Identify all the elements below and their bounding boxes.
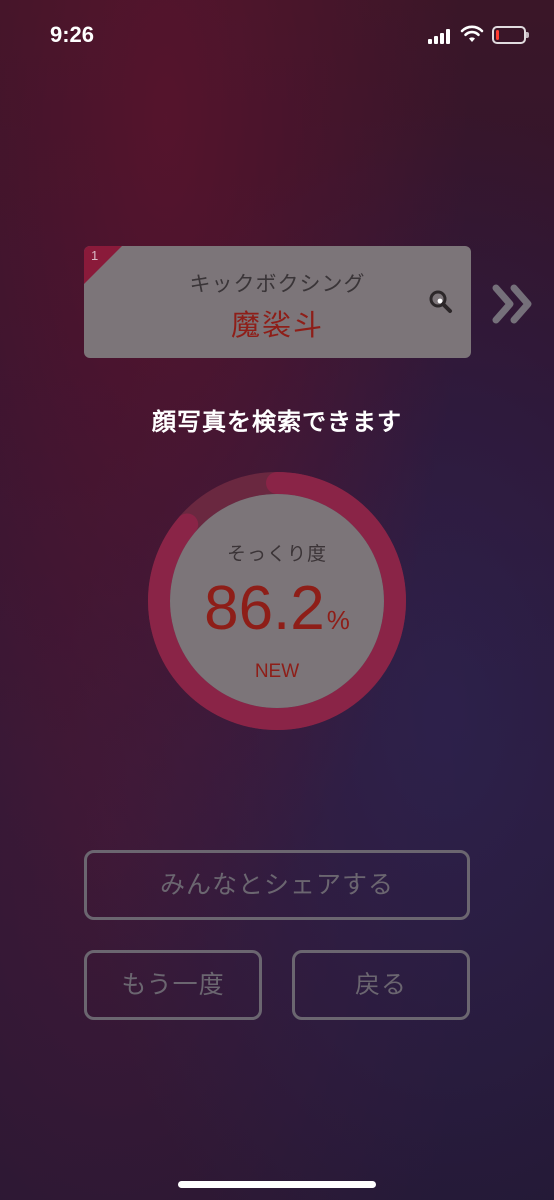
- search-icon[interactable]: [428, 289, 454, 315]
- result-name: 魔裟斗: [230, 308, 324, 342]
- similarity-value: 86.2%: [147, 573, 407, 644]
- retry-button[interactable]: もう一度: [84, 950, 262, 1020]
- similarity-number: 86.2: [204, 574, 325, 643]
- similarity-unit: %: [326, 605, 350, 635]
- result-card[interactable]: 1 キックボクシング 魔裟斗: [84, 246, 471, 358]
- similarity-gauge: そっくり度 86.2% NEW: [147, 471, 407, 731]
- cellular-signal-icon: [428, 28, 454, 44]
- status-bar: 9:26: [0, 0, 554, 70]
- double-chevron-right-icon[interactable]: [492, 284, 536, 324]
- new-badge: NEW: [254, 661, 300, 682]
- battery-icon: [492, 26, 529, 44]
- search-caption: 顔写真を検索できます: [152, 408, 402, 436]
- status-time: 9:26: [50, 22, 95, 47]
- share-button[interactable]: みんなとシェアする: [84, 850, 470, 920]
- back-button[interactable]: 戻る: [292, 950, 470, 1020]
- rank-number: 1: [91, 248, 99, 263]
- similarity-label: そっくり度: [226, 543, 327, 565]
- result-category: キックボクシング: [189, 272, 366, 296]
- wifi-icon: [460, 24, 484, 44]
- home-indicator[interactable]: [178, 1181, 376, 1188]
